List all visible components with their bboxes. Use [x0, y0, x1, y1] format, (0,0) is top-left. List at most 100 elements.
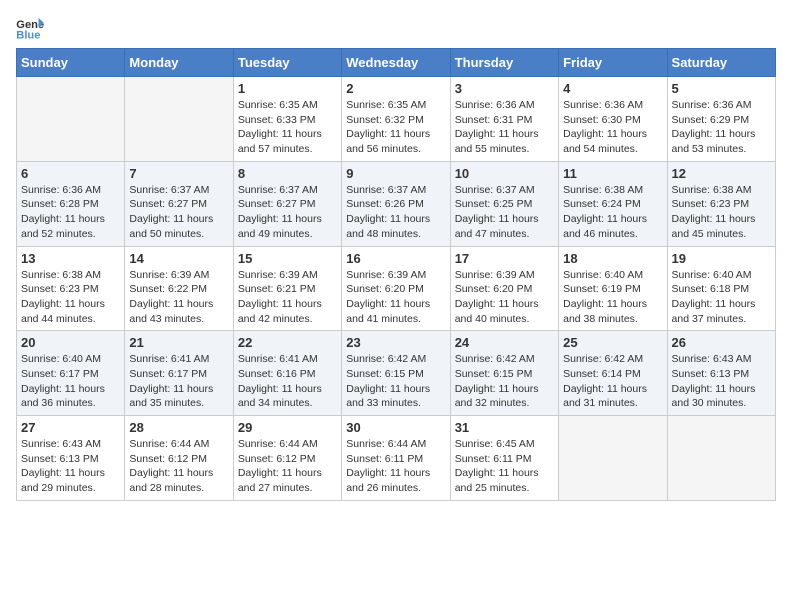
day-info: Sunrise: 6:44 AMSunset: 6:11 PMDaylight:… [346, 437, 445, 496]
day-info: Sunrise: 6:41 AMSunset: 6:16 PMDaylight:… [238, 352, 337, 411]
calendar-cell: 25 Sunrise: 6:42 AMSunset: 6:14 PMDayligh… [559, 331, 667, 416]
day-info: Sunrise: 6:38 AMSunset: 6:23 PMDaylight:… [21, 268, 120, 327]
calendar-cell: 5 Sunrise: 6:36 AMSunset: 6:29 PMDaylight… [667, 77, 775, 162]
day-number: 28 [129, 420, 228, 435]
day-info: Sunrise: 6:35 AMSunset: 6:33 PMDaylight:… [238, 98, 337, 157]
calendar-cell: 6Sunrise: 6:36 AMSunset: 6:28 PMDaylight… [17, 161, 125, 246]
day-number: 5 [672, 81, 771, 96]
week-row-3: 13Sunrise: 6:38 AMSunset: 6:23 PMDayligh… [17, 246, 776, 331]
day-number: 15 [238, 251, 337, 266]
calendar-cell: 31 Sunrise: 6:45 AMSunset: 6:11 PMDayligh… [450, 416, 558, 501]
weekday-header-saturday: Saturday [667, 49, 775, 77]
calendar-table: SundayMondayTuesdayWednesdayThursdayFrid… [16, 48, 776, 501]
day-number: 8 [238, 166, 337, 181]
day-number: 27 [21, 420, 120, 435]
day-number: 24 [455, 335, 554, 350]
week-row-5: 27 Sunrise: 6:43 AMSunset: 6:13 PMDayligh… [17, 416, 776, 501]
logo-icon: General Blue [16, 16, 44, 40]
calendar-cell: 14 Sunrise: 6:39 AMSunset: 6:22 PMDayligh… [125, 246, 233, 331]
day-number: 10 [455, 166, 554, 181]
week-row-2: 6Sunrise: 6:36 AMSunset: 6:28 PMDaylight… [17, 161, 776, 246]
week-row-1: 1 Sunrise: 6:35 AMSunset: 6:33 PMDaylight… [17, 77, 776, 162]
calendar-cell: 1 Sunrise: 6:35 AMSunset: 6:33 PMDaylight… [233, 77, 341, 162]
calendar-cell: 17 Sunrise: 6:39 AMSunset: 6:20 PMDayligh… [450, 246, 558, 331]
day-info: Sunrise: 6:40 AMSunset: 6:17 PMDaylight:… [21, 352, 120, 411]
calendar-cell: 7Sunrise: 6:37 AMSunset: 6:27 PMDaylight… [125, 161, 233, 246]
day-number: 31 [455, 420, 554, 435]
svg-text:Blue: Blue [16, 29, 40, 40]
day-info: Sunrise: 6:36 AMSunset: 6:29 PMDaylight:… [672, 98, 771, 157]
calendar-cell: 18 Sunrise: 6:40 AMSunset: 6:19 PMDayligh… [559, 246, 667, 331]
calendar-cell: 10 Sunrise: 6:37 AMSunset: 6:25 PMDayligh… [450, 161, 558, 246]
calendar-cell: 20 Sunrise: 6:40 AMSunset: 6:17 PMDayligh… [17, 331, 125, 416]
day-number: 20 [21, 335, 120, 350]
calendar-cell: 21 Sunrise: 6:41 AMSunset: 6:17 PMDayligh… [125, 331, 233, 416]
day-info: Sunrise: 6:37 AMSunset: 6:27 PMDaylight:… [238, 183, 337, 242]
day-number: 18 [563, 251, 662, 266]
calendar-cell: 11 Sunrise: 6:38 AMSunset: 6:24 PMDayligh… [559, 161, 667, 246]
day-info: Sunrise: 6:39 AMSunset: 6:22 PMDaylight:… [129, 268, 228, 327]
calendar-cell: 19 Sunrise: 6:40 AMSunset: 6:18 PMDayligh… [667, 246, 775, 331]
weekday-header-tuesday: Tuesday [233, 49, 341, 77]
header: General Blue [16, 16, 776, 40]
calendar-cell: 23 Sunrise: 6:42 AMSunset: 6:15 PMDayligh… [342, 331, 450, 416]
day-info: Sunrise: 6:42 AMSunset: 6:14 PMDaylight:… [563, 352, 662, 411]
day-number: 16 [346, 251, 445, 266]
calendar-cell: 13Sunrise: 6:38 AMSunset: 6:23 PMDayligh… [17, 246, 125, 331]
day-info: Sunrise: 6:37 AMSunset: 6:27 PMDaylight:… [129, 183, 228, 242]
day-info: Sunrise: 6:39 AMSunset: 6:20 PMDaylight:… [455, 268, 554, 327]
weekday-header-sunday: Sunday [17, 49, 125, 77]
calendar-cell: 9Sunrise: 6:37 AMSunset: 6:26 PMDaylight… [342, 161, 450, 246]
day-info: Sunrise: 6:44 AMSunset: 6:12 PMDaylight:… [238, 437, 337, 496]
day-number: 21 [129, 335, 228, 350]
day-number: 17 [455, 251, 554, 266]
day-number: 22 [238, 335, 337, 350]
day-number: 25 [563, 335, 662, 350]
day-number: 30 [346, 420, 445, 435]
calendar-cell: 24 Sunrise: 6:42 AMSunset: 6:15 PMDayligh… [450, 331, 558, 416]
weekday-header-wednesday: Wednesday [342, 49, 450, 77]
day-number: 23 [346, 335, 445, 350]
calendar-cell: 3Sunrise: 6:36 AMSunset: 6:31 PMDaylight… [450, 77, 558, 162]
day-info: Sunrise: 6:39 AMSunset: 6:20 PMDaylight:… [346, 268, 445, 327]
day-info: Sunrise: 6:42 AMSunset: 6:15 PMDaylight:… [455, 352, 554, 411]
calendar-cell: 2Sunrise: 6:35 AMSunset: 6:32 PMDaylight… [342, 77, 450, 162]
calendar-cell: 29 Sunrise: 6:44 AMSunset: 6:12 PMDayligh… [233, 416, 341, 501]
day-number: 2 [346, 81, 445, 96]
day-info: Sunrise: 6:43 AMSunset: 6:13 PMDaylight:… [672, 352, 771, 411]
day-info: Sunrise: 6:36 AMSunset: 6:30 PMDaylight:… [563, 98, 662, 157]
day-info: Sunrise: 6:36 AMSunset: 6:28 PMDaylight:… [21, 183, 120, 242]
day-info: Sunrise: 6:38 AMSunset: 6:24 PMDaylight:… [563, 183, 662, 242]
weekday-header-monday: Monday [125, 49, 233, 77]
day-info: Sunrise: 6:44 AMSunset: 6:12 PMDaylight:… [129, 437, 228, 496]
calendar-cell: 12Sunrise: 6:38 AMSunset: 6:23 PMDayligh… [667, 161, 775, 246]
day-number: 1 [238, 81, 337, 96]
calendar-cell [17, 77, 125, 162]
calendar-cell: 8 Sunrise: 6:37 AMSunset: 6:27 PMDaylight… [233, 161, 341, 246]
calendar-cell [559, 416, 667, 501]
day-info: Sunrise: 6:42 AMSunset: 6:15 PMDaylight:… [346, 352, 445, 411]
day-number: 11 [563, 166, 662, 181]
logo: General Blue [16, 16, 48, 40]
calendar-cell [125, 77, 233, 162]
week-row-4: 20 Sunrise: 6:40 AMSunset: 6:17 PMDayligh… [17, 331, 776, 416]
day-info: Sunrise: 6:40 AMSunset: 6:18 PMDaylight:… [672, 268, 771, 327]
calendar-cell: 4Sunrise: 6:36 AMSunset: 6:30 PMDaylight… [559, 77, 667, 162]
weekday-header-thursday: Thursday [450, 49, 558, 77]
day-number: 9 [346, 166, 445, 181]
day-info: Sunrise: 6:41 AMSunset: 6:17 PMDaylight:… [129, 352, 228, 411]
day-info: Sunrise: 6:37 AMSunset: 6:25 PMDaylight:… [455, 183, 554, 242]
day-number: 14 [129, 251, 228, 266]
calendar-cell: 26Sunrise: 6:43 AMSunset: 6:13 PMDayligh… [667, 331, 775, 416]
calendar-cell: 22 Sunrise: 6:41 AMSunset: 6:16 PMDayligh… [233, 331, 341, 416]
day-number: 19 [672, 251, 771, 266]
calendar-cell: 15Sunrise: 6:39 AMSunset: 6:21 PMDayligh… [233, 246, 341, 331]
day-info: Sunrise: 6:43 AMSunset: 6:13 PMDaylight:… [21, 437, 120, 496]
day-number: 29 [238, 420, 337, 435]
day-info: Sunrise: 6:45 AMSunset: 6:11 PMDaylight:… [455, 437, 554, 496]
calendar-cell [667, 416, 775, 501]
day-info: Sunrise: 6:40 AMSunset: 6:19 PMDaylight:… [563, 268, 662, 327]
day-info: Sunrise: 6:36 AMSunset: 6:31 PMDaylight:… [455, 98, 554, 157]
calendar-cell: 28 Sunrise: 6:44 AMSunset: 6:12 PMDayligh… [125, 416, 233, 501]
weekday-header-friday: Friday [559, 49, 667, 77]
